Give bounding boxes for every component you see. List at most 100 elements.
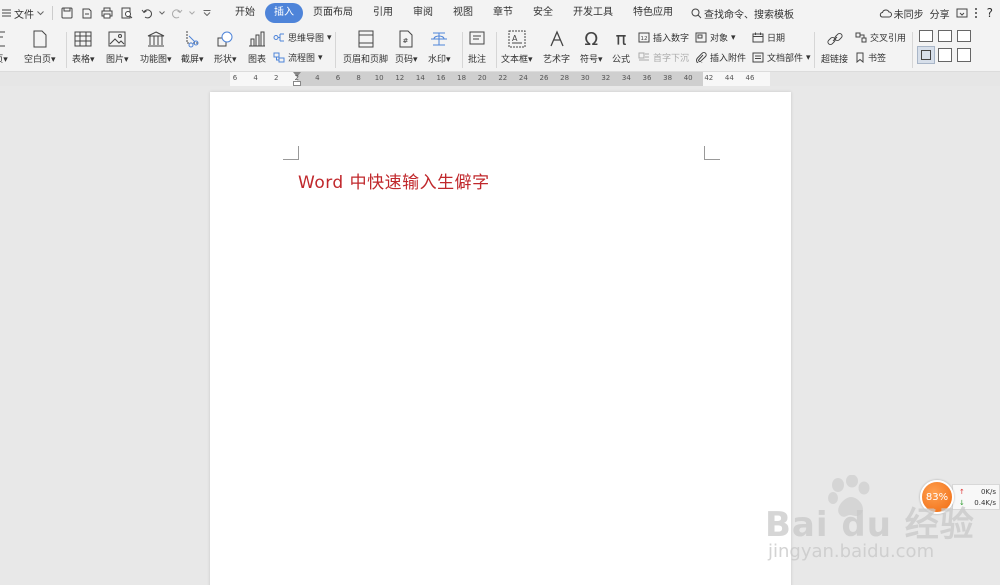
- symbol-label: 符号: [580, 55, 599, 65]
- tab-special-apps[interactable]: 特色应用: [623, 3, 683, 23]
- insert-number-label: 插入数字: [653, 34, 690, 44]
- bookmark-label: 书签: [868, 54, 887, 64]
- tab-home[interactable]: 开始: [225, 3, 265, 23]
- formula-button[interactable]: π 公式: [612, 28, 630, 66]
- bookmark-button[interactable]: 书签: [855, 51, 886, 64]
- sync-status[interactable]: 未同步: [879, 6, 924, 21]
- hamburger-icon: [2, 9, 11, 17]
- redo-icon[interactable]: [168, 4, 186, 22]
- ruler-number: 26: [539, 74, 549, 82]
- object-icon: [695, 32, 707, 43]
- ruler-number: 18: [457, 74, 467, 82]
- comment-button[interactable]: 批注: [468, 28, 486, 65]
- insert-number-button[interactable]: 12 插入数字: [638, 31, 689, 44]
- divider: [912, 32, 913, 68]
- header-footer-icon: [358, 28, 374, 50]
- page-view-icon[interactable]: [917, 46, 935, 64]
- tab-references[interactable]: 引用: [363, 3, 403, 23]
- divider: [335, 32, 336, 68]
- screenshot-button[interactable]: 截屏▾: [181, 28, 204, 65]
- comment-icon: [468, 28, 486, 50]
- ruler-number: 24: [518, 74, 528, 82]
- expand-icon[interactable]: [956, 7, 968, 19]
- file-menu-label: 文件: [14, 9, 34, 21]
- view-outline-icon[interactable]: [957, 30, 971, 42]
- wordart-button[interactable]: 艺术字: [543, 28, 570, 65]
- customize-toolbar-icon[interactable]: [198, 4, 216, 22]
- page-number-button[interactable]: # 页码▾: [395, 28, 418, 65]
- document-page[interactable]: Word 中快速输入生僻字: [210, 92, 791, 585]
- view-layout-icon[interactable]: [919, 30, 933, 42]
- print-icon[interactable]: [98, 4, 116, 22]
- picture-icon: [108, 28, 126, 50]
- table-button[interactable]: 表格▾: [72, 28, 95, 65]
- undo-icon[interactable]: [138, 4, 156, 22]
- symbol-button[interactable]: Ω 符号▾: [580, 28, 603, 66]
- options-menu-icon[interactable]: [974, 7, 978, 19]
- tab-section[interactable]: 章节: [483, 3, 523, 23]
- watermark-url: jingyan.baidu.com: [768, 541, 935, 562]
- blank-page-button[interactable]: 空白页▾: [24, 28, 56, 65]
- ruler-number: 2: [273, 74, 279, 82]
- cover-page-button[interactable]: 页▾: [0, 28, 10, 65]
- print-preview-icon[interactable]: [118, 4, 136, 22]
- paperclip-icon: [695, 52, 707, 63]
- attachment-button[interactable]: 插入附件: [695, 51, 746, 64]
- hyperlink-button[interactable]: 超链接: [821, 28, 848, 65]
- command-search[interactable]: 查找命令、搜索模板: [691, 6, 794, 21]
- svg-text:12: 12: [641, 36, 648, 42]
- redo-dropdown-icon[interactable]: [188, 4, 196, 22]
- date-label: 日期: [767, 34, 786, 44]
- tab-review[interactable]: 审阅: [403, 3, 443, 23]
- sync-label: 未同步: [893, 9, 924, 21]
- chart-button[interactable]: 图表: [248, 28, 266, 65]
- header-footer-button[interactable]: 页眉和页脚: [343, 28, 388, 65]
- ruler-number: 32: [601, 74, 611, 82]
- ruler-number: 40: [683, 74, 693, 82]
- watermark-button[interactable]: 水印▾: [428, 28, 451, 65]
- function-chart-icon: [146, 28, 166, 50]
- number-icon: 12: [638, 32, 650, 43]
- ruler-number: 22: [498, 74, 508, 82]
- view-web-icon[interactable]: [938, 30, 952, 42]
- picture-button[interactable]: 图片▾: [106, 28, 129, 65]
- tab-insert[interactable]: 插入: [265, 3, 303, 23]
- doc-parts-button[interactable]: 文档部件 ▾: [752, 51, 811, 64]
- flowchart-label: 流程图: [288, 54, 316, 64]
- file-menu[interactable]: 文件: [0, 0, 48, 26]
- undo-dropdown-icon[interactable]: [158, 4, 166, 22]
- ruler-number: 4: [315, 74, 320, 82]
- ruler-number: 14: [415, 74, 425, 82]
- dropcap-icon: [638, 52, 650, 63]
- function-chart-button[interactable]: 功能图▾: [140, 28, 172, 65]
- chevron-down-icon: [37, 10, 44, 16]
- share-button[interactable]: 分享: [930, 6, 950, 21]
- tab-security[interactable]: 安全: [523, 3, 563, 23]
- tab-developer[interactable]: 开发工具: [563, 3, 623, 23]
- ruler-number: 28: [560, 74, 570, 82]
- flowchart-button[interactable]: 流程图 ▾: [273, 51, 323, 64]
- save-icon[interactable]: [58, 4, 76, 22]
- textbox-button[interactable]: A 文本框▾: [501, 28, 533, 65]
- dropcap-button[interactable]: 首字下沉: [638, 51, 689, 64]
- help-button[interactable]: ?: [984, 6, 996, 20]
- mindmap-button[interactable]: 思维导图 ▾: [273, 31, 332, 44]
- ruler-number: 8: [356, 74, 361, 82]
- date-button[interactable]: 日期: [752, 31, 785, 44]
- horizontal-ruler[interactable]: 6 4 2 2 4 6 8 10 12 14 16 18 20 22 24 26 28 30 32 34 36 38 40 4…: [230, 72, 770, 86]
- shapes-button[interactable]: 形状▾: [214, 28, 237, 65]
- focus-view-icon[interactable]: [957, 48, 971, 62]
- scissors-icon: [183, 28, 201, 50]
- document-title-text[interactable]: Word 中快速输入生僻字: [298, 168, 490, 193]
- shapes-label: 形状: [214, 55, 233, 65]
- reading-view-icon[interactable]: [938, 48, 952, 62]
- margin-corner-marker: [283, 146, 299, 160]
- divider: [52, 6, 53, 20]
- crossref-button[interactable]: 交叉引用: [855, 31, 906, 44]
- tab-view[interactable]: 视图: [443, 3, 483, 23]
- calendar-icon: [752, 32, 764, 43]
- upload-speed: 0K/s: [980, 488, 996, 496]
- tab-page-layout[interactable]: 页面布局: [303, 3, 363, 23]
- export-pdf-icon[interactable]: [78, 4, 96, 22]
- object-button[interactable]: 对象 ▾: [695, 31, 736, 44]
